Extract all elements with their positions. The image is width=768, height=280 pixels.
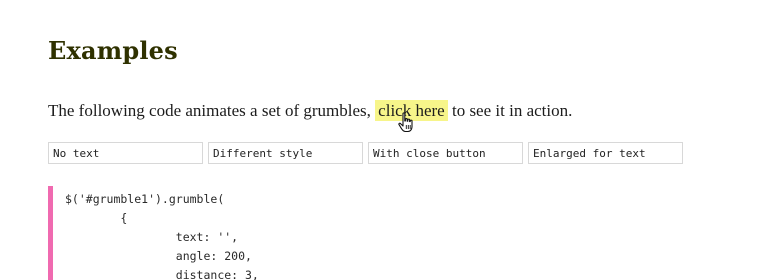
code-line: $('#grumble1').grumble( <box>65 192 225 206</box>
intro-text-after: to see it in action. <box>447 101 573 120</box>
code-block-accent-bar <box>48 186 53 280</box>
code-line: text: '', <box>65 230 239 244</box>
intro-paragraph: The following code animates a set of gru… <box>48 100 572 122</box>
example-inputs <box>48 142 683 164</box>
code-line: distance: 3, <box>65 268 259 280</box>
different-style-input[interactable] <box>208 142 363 164</box>
hand-pointer-icon <box>398 112 413 133</box>
no-text-input[interactable] <box>48 142 203 164</box>
code-example: $('#grumble1').grumble( { text: '', angl… <box>48 186 768 280</box>
code-line: { <box>65 211 128 225</box>
code-listing: $('#grumble1').grumble( { text: '', angl… <box>65 190 259 280</box>
section-heading: Examples <box>48 36 178 65</box>
code-line: angle: 200, <box>65 249 252 263</box>
with-close-button-input[interactable] <box>368 142 523 164</box>
enlarged-for-text-input[interactable] <box>528 142 683 164</box>
intro-text-before: The following code animates a set of gru… <box>48 101 376 120</box>
